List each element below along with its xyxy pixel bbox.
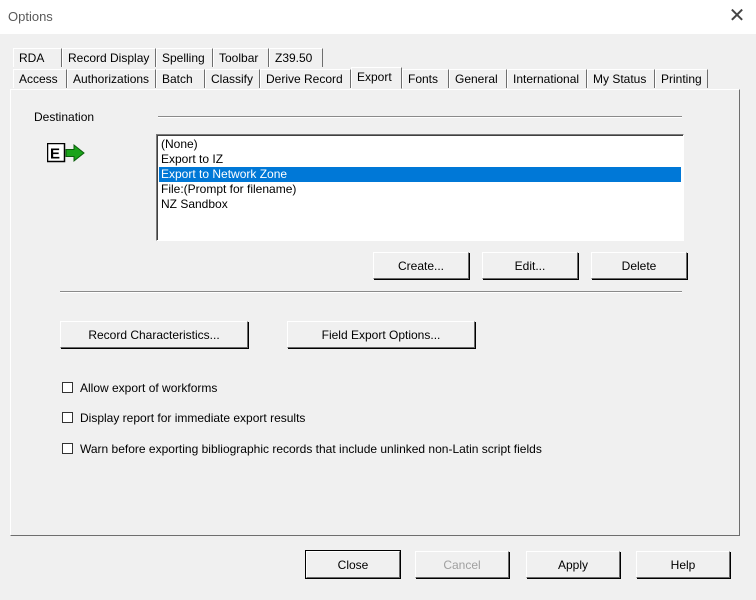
tab-my-status[interactable]: My Status (587, 69, 655, 88)
list-item[interactable]: NZ Sandbox (159, 197, 681, 212)
tab-batch[interactable]: Batch (156, 69, 205, 88)
destination-listbox[interactable]: (None) Export to IZ Export to Network Zo… (156, 134, 684, 241)
create-button[interactable]: Create... (373, 252, 469, 279)
tab-record-display[interactable]: Record Display (62, 48, 156, 67)
destination-divider (158, 116, 682, 118)
warn-nonlatin-checkbox[interactable] (62, 443, 73, 454)
tab-fonts[interactable]: Fonts (402, 69, 449, 88)
export-icon-letter: E (50, 146, 60, 163)
destination-label: Destination (34, 110, 95, 124)
tab-authorizations[interactable]: Authorizations (67, 69, 156, 88)
list-item[interactable]: Export to IZ (159, 152, 681, 167)
tab-printing[interactable]: Printing (655, 69, 708, 88)
list-item[interactable]: (None) (159, 137, 681, 152)
help-button[interactable]: Help (636, 551, 730, 578)
tab-general[interactable]: General (449, 69, 507, 88)
tab-international[interactable]: International (507, 69, 587, 88)
list-item-selected[interactable]: Export to Network Zone (159, 167, 681, 182)
window-title: Options (8, 9, 53, 24)
tab-derive-record[interactable]: Derive Record (260, 69, 351, 88)
export-icon: E (47, 143, 85, 163)
delete-button[interactable]: Delete (591, 252, 687, 279)
field-export-options-button[interactable]: Field Export Options... (287, 321, 475, 348)
edit-button[interactable]: Edit... (482, 252, 578, 279)
tab-classify[interactable]: Classify (205, 69, 260, 88)
tab-spelling[interactable]: Spelling (156, 48, 213, 67)
tab-z3950[interactable]: Z39.50 (269, 48, 323, 67)
list-item[interactable]: File:(Prompt for filename) (159, 182, 681, 197)
tab-rda[interactable]: RDA (13, 48, 62, 67)
allow-workforms-label: Allow export of workforms (80, 381, 218, 395)
tab-access[interactable]: Access (13, 69, 67, 88)
close-button[interactable]: Close (305, 550, 401, 579)
display-report-label: Display report for immediate export resu… (80, 411, 306, 425)
warn-nonlatin-label: Warn before exporting bibliographic reco… (80, 442, 542, 456)
title-bar: Options ✕ (0, 0, 756, 34)
allow-workforms-checkbox[interactable] (62, 382, 73, 393)
tab-export[interactable]: Export (351, 67, 402, 89)
tab-toolbar[interactable]: Toolbar (213, 48, 269, 67)
apply-button[interactable]: Apply (526, 551, 620, 578)
record-characteristics-button[interactable]: Record Characteristics... (60, 321, 248, 348)
section-divider (60, 291, 682, 293)
display-report-checkbox[interactable] (62, 412, 73, 423)
close-icon[interactable]: ✕ (726, 6, 748, 28)
cancel-button[interactable]: Cancel (415, 551, 509, 578)
